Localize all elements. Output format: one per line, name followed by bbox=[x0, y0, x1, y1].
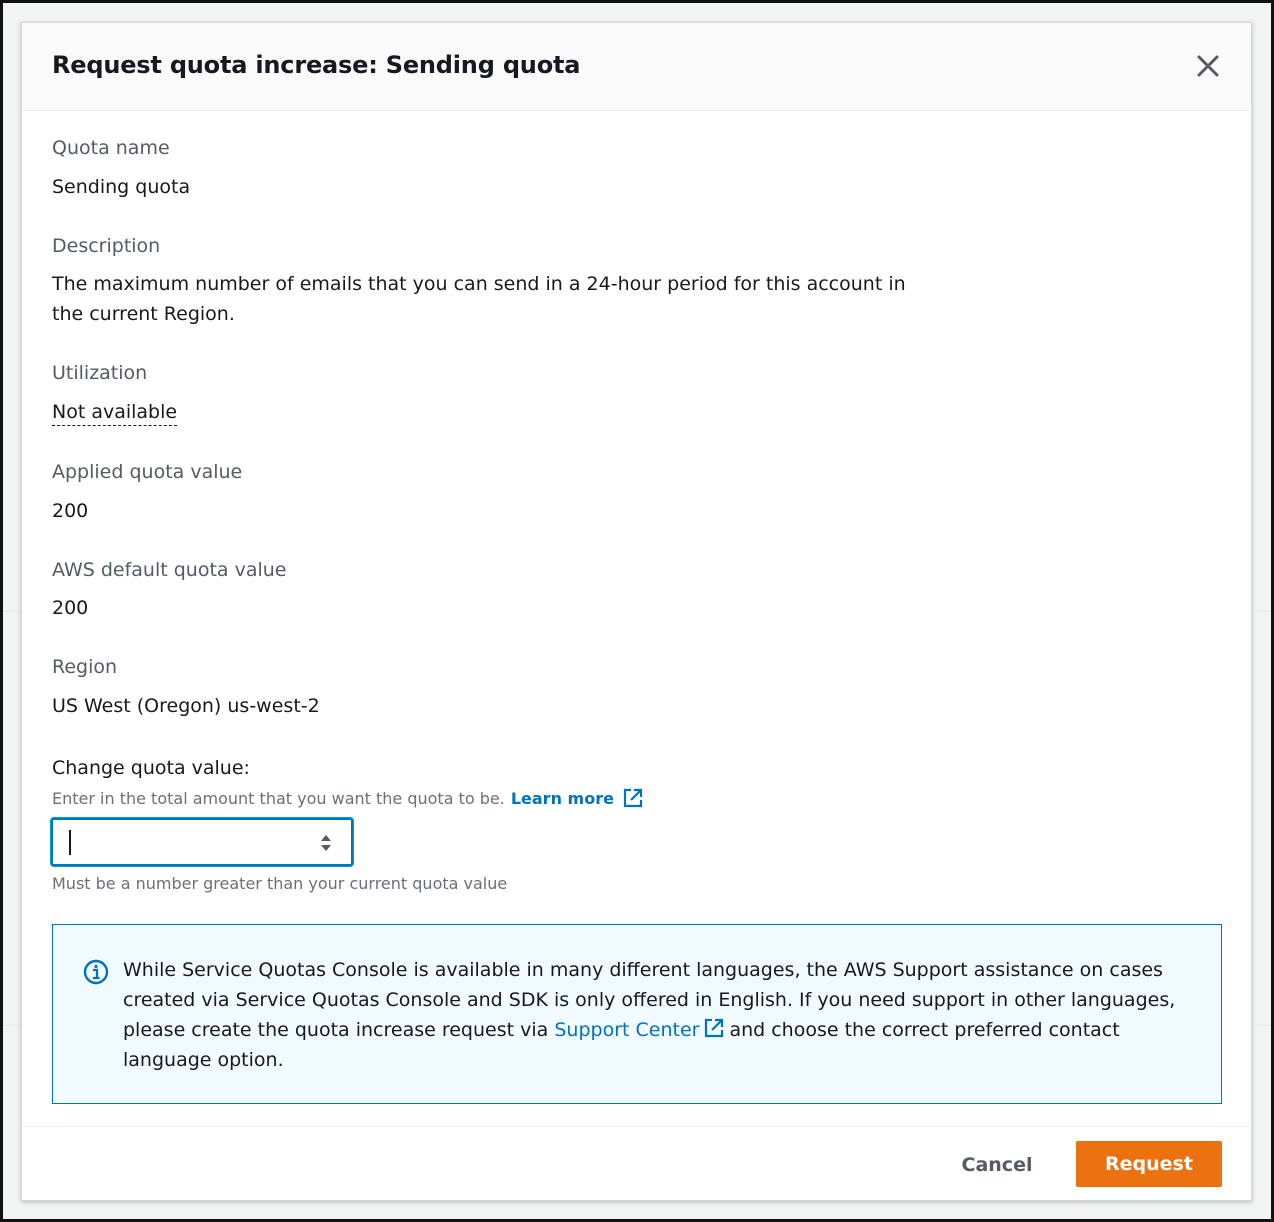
support-center-link[interactable]: Support Center bbox=[554, 1019, 699, 1041]
info-alert: While Service Quotas Console is availabl… bbox=[52, 924, 1222, 1104]
close-icon bbox=[1197, 55, 1219, 77]
stepper-icon[interactable] bbox=[319, 832, 333, 854]
utilization-tooltip-trigger[interactable]: Not available bbox=[52, 401, 178, 426]
text-caret bbox=[69, 830, 71, 855]
quota-name-value: Sending quota bbox=[52, 176, 191, 198]
utilization-label: Utilization bbox=[52, 362, 148, 384]
quota-increase-modal: Request quota increase: Sending quota Qu… bbox=[21, 22, 1252, 1201]
change-quota-label: Change quota value: bbox=[52, 757, 250, 779]
default-quota-label: AWS default quota value bbox=[52, 559, 287, 581]
change-quota-hint: Enter in the total amount that you want … bbox=[52, 787, 644, 809]
region-value: US West (Oregon) us-west-2 bbox=[52, 695, 320, 717]
close-button[interactable] bbox=[1195, 53, 1221, 79]
modal-footer: Cancel Request bbox=[22, 1126, 1251, 1202]
default-quota-value: 200 bbox=[52, 597, 89, 619]
applied-quota-label: Applied quota value bbox=[52, 461, 243, 483]
info-icon bbox=[83, 959, 109, 985]
applied-quota-value: 200 bbox=[52, 500, 89, 522]
region-label: Region bbox=[52, 656, 118, 678]
constraint-text: Must be a number greater than your curre… bbox=[52, 874, 508, 893]
external-link-icon[interactable] bbox=[622, 787, 644, 809]
external-link-icon[interactable] bbox=[703, 1017, 725, 1039]
learn-more-link[interactable]: Learn more bbox=[511, 789, 614, 808]
background-divider bbox=[1256, 611, 1271, 612]
modal-header: Request quota increase: Sending quota bbox=[22, 23, 1251, 111]
request-button[interactable]: Request bbox=[1076, 1141, 1222, 1187]
quota-name-label: Quota name bbox=[52, 137, 170, 159]
description-value: The maximum number of emails that you ca… bbox=[52, 273, 906, 325]
background-divider bbox=[3, 1025, 21, 1026]
quota-value-input[interactable] bbox=[51, 818, 353, 866]
info-alert-text: While Service Quotas Console is availabl… bbox=[123, 955, 1193, 1075]
background-divider bbox=[1256, 1025, 1271, 1026]
modal-title: Request quota increase: Sending quota bbox=[52, 51, 581, 79]
cancel-button[interactable]: Cancel bbox=[942, 1143, 1052, 1187]
background-divider bbox=[3, 611, 21, 612]
utilization-value[interactable]: Not available bbox=[52, 397, 178, 427]
description-label: Description bbox=[52, 235, 161, 257]
hint-text: Enter in the total amount that you want … bbox=[52, 788, 505, 808]
